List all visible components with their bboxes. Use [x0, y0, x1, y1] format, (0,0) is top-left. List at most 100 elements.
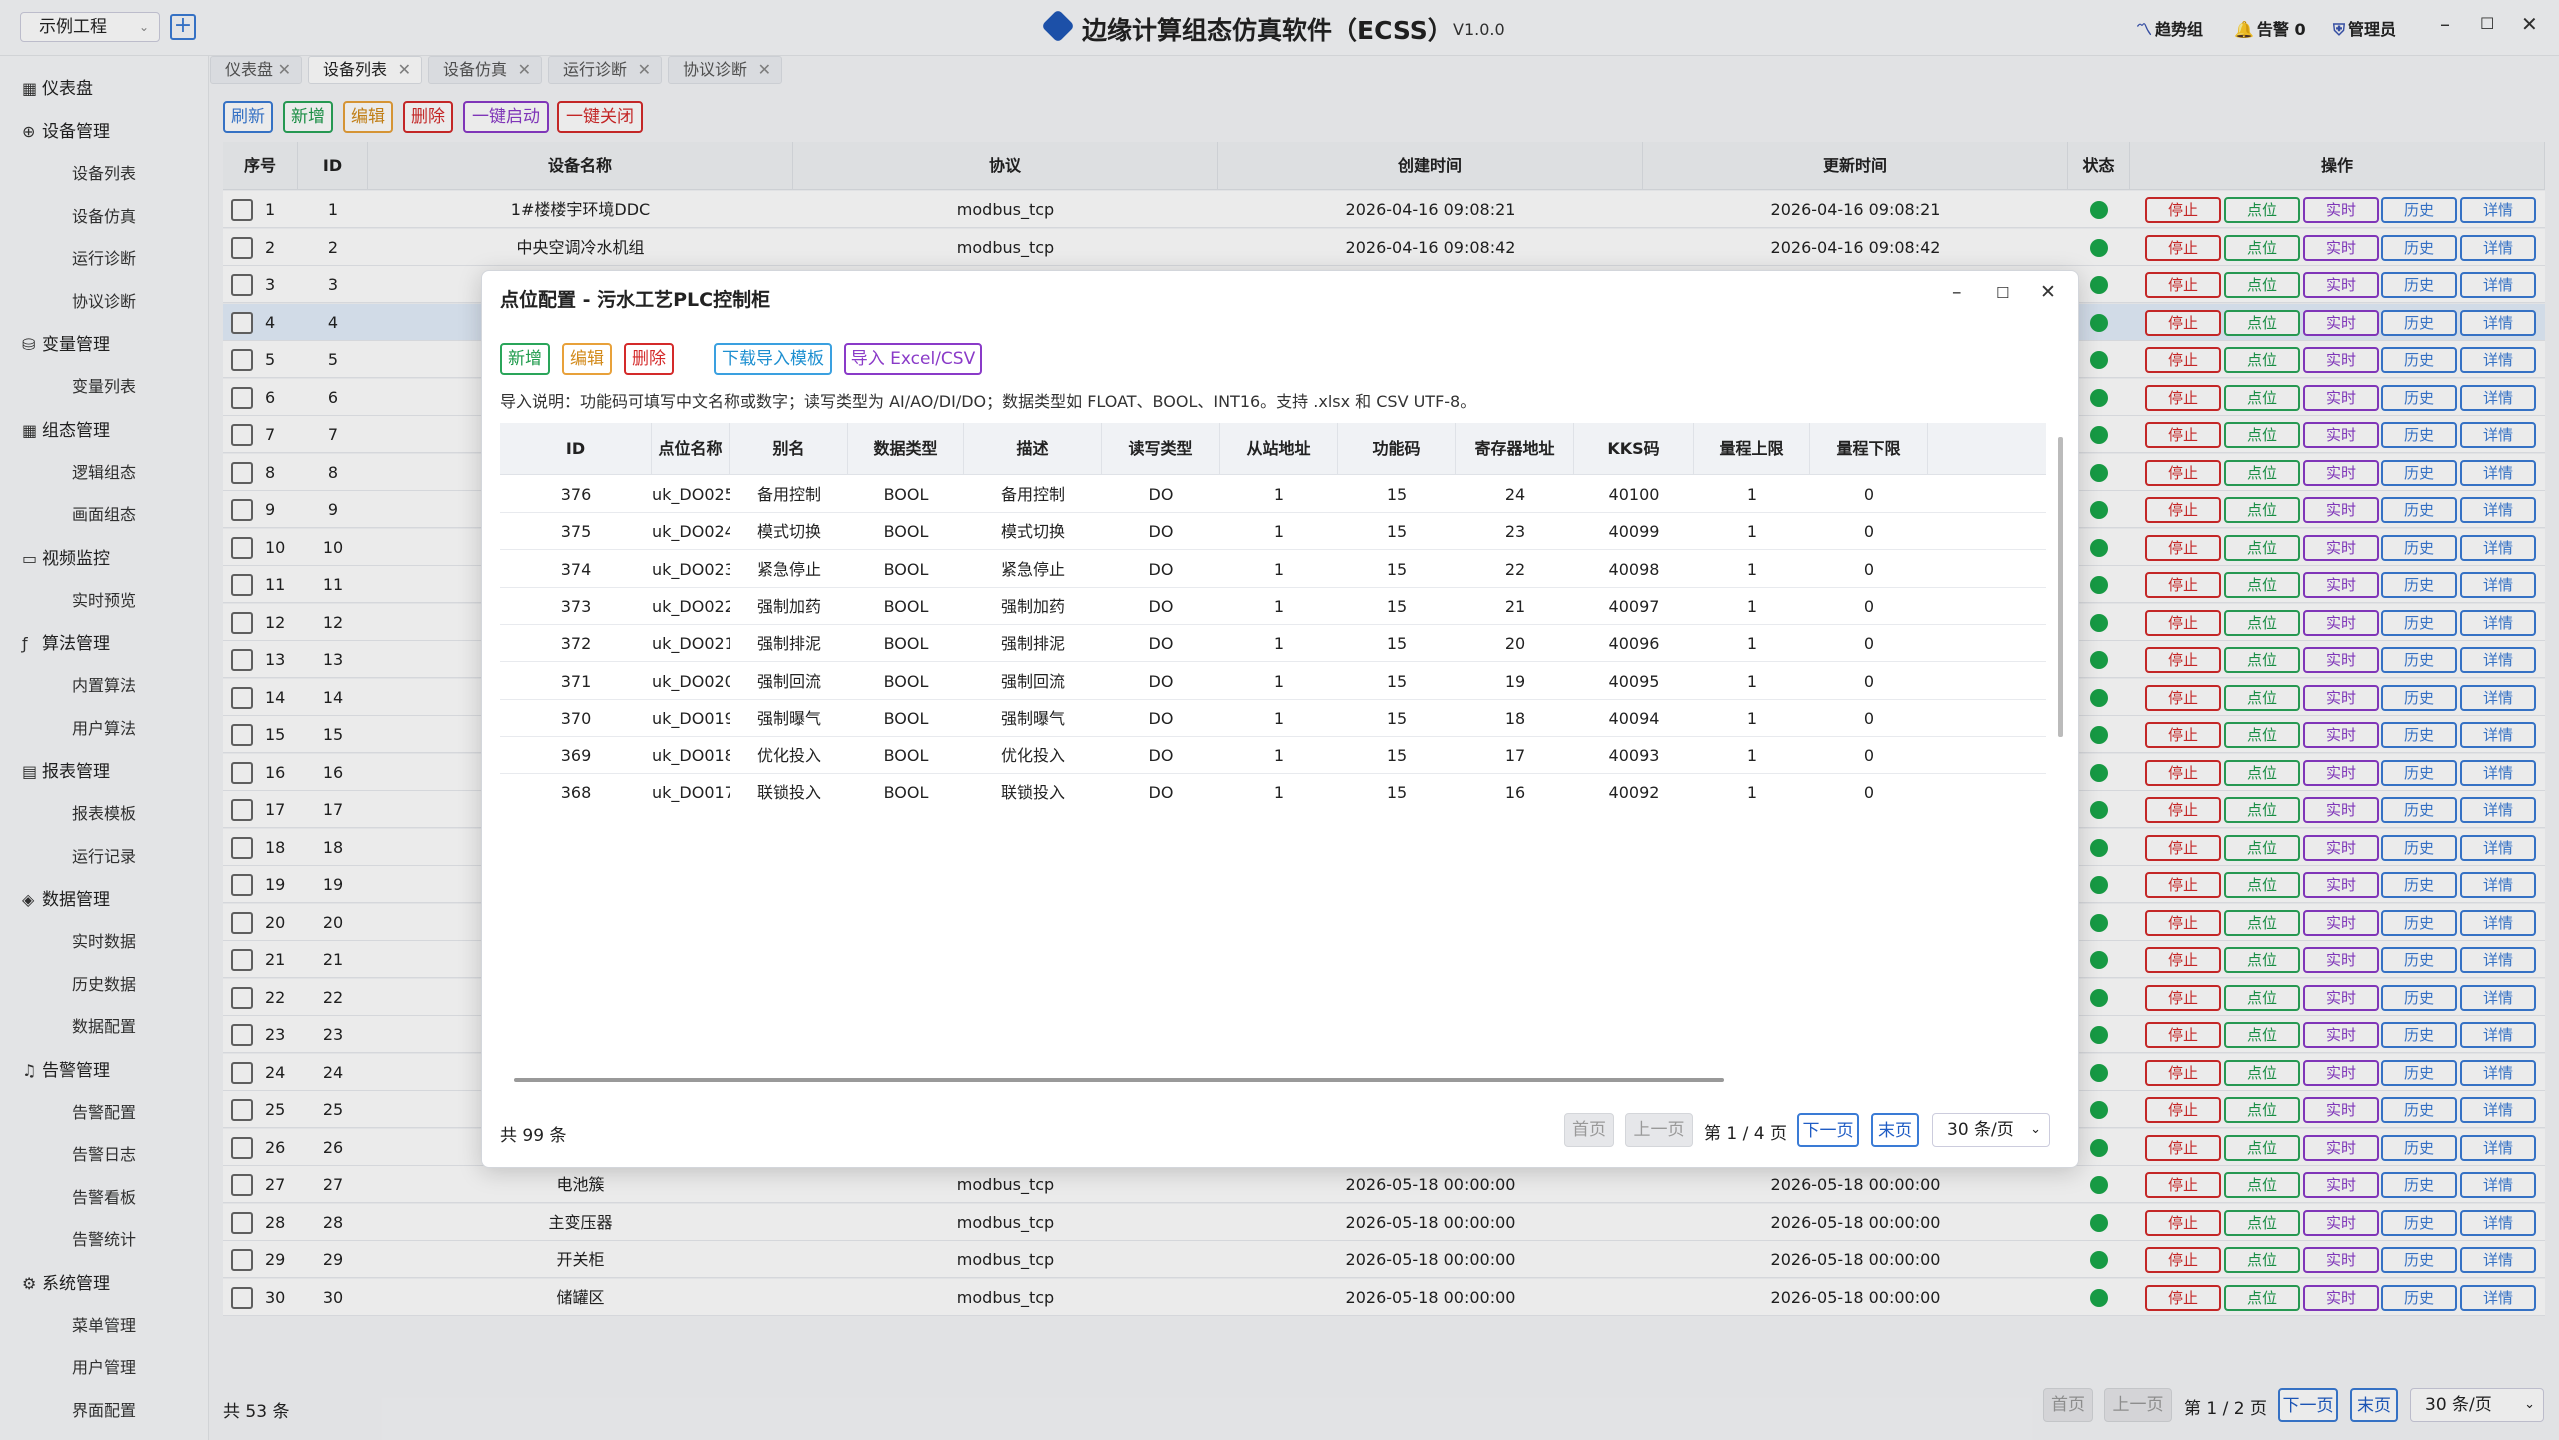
point-range-max: 1 [1746, 634, 1758, 654]
point-row[interactable]: 374 uk_DO023 紧急停止 BOOL 紧急停止 DO 1 15 22 40098 1 0 [500, 550, 2046, 588]
point-range-max: 1 [1746, 746, 1758, 766]
point-row[interactable]: 376 uk_DO025 备用控制 BOOL 备用控制 DO 1 15 24 40100 1 0 [500, 476, 2046, 513]
point-column-header: 从站地址 [1220, 423, 1338, 475]
point-kks-code: 40096 [1608, 634, 1660, 654]
point-id: 369 [560, 746, 592, 766]
point-data-type: BOOL [883, 634, 929, 654]
point-data-type: BOOL [883, 485, 929, 504]
point-alias: 优化投入 [756, 746, 821, 766]
point-next-page-button[interactable]: 下一页 [1797, 1113, 1859, 1147]
point-column-header[interactable]: ID [500, 423, 652, 475]
point-kks-code: 40098 [1608, 559, 1660, 579]
point-row[interactable]: 373 uk_DO022 强制加药 BOOL 强制加药 DO 1 15 21 40097 1 0 [500, 587, 2046, 625]
dialog-delete-button[interactable]: 删除 [624, 343, 674, 375]
dialog-minimize-icon[interactable]: – [1952, 281, 1962, 303]
point-column-header: 点位名称 [652, 423, 730, 475]
point-register-address: 21 [1504, 596, 1526, 616]
point-name: uk_DO020 [652, 671, 730, 691]
dialog-title: 点位配置 - 污水工艺PLC控制柜 [500, 289, 771, 311]
dialog-add-button[interactable]: 新增 [500, 343, 550, 375]
horizontal-scrollbar[interactable] [514, 1078, 1724, 1082]
dialog-close-icon[interactable]: ✕ [2040, 281, 2056, 303]
point-row[interactable]: 372 uk_DO021 强制排泥 BOOL 强制排泥 DO 1 15 20 40096 1 0 [500, 625, 2046, 663]
column-header-spacer [1928, 423, 2046, 475]
point-slave-address: 1 [1273, 634, 1285, 654]
point-kks-code: 40099 [1608, 522, 1660, 542]
point-id: 368 [560, 783, 592, 803]
point-first-page-button[interactable]: 首页 [1564, 1113, 1614, 1147]
point-description: 备用控制 [1000, 485, 1065, 504]
point-name: uk_DO017 [652, 783, 730, 803]
point-page-size-select[interactable]: 30 条/页 ⌄ [1932, 1113, 2050, 1147]
point-alias: 强制排泥 [756, 634, 821, 654]
point-range-max: 1 [1746, 522, 1758, 542]
import-excel-button[interactable]: 导入 Excel/CSV [844, 343, 982, 375]
point-column-header: KKS码 [1574, 423, 1694, 475]
point-function-code: 15 [1386, 634, 1408, 654]
point-function-code: 15 [1386, 708, 1408, 728]
point-kks-code: 40094 [1608, 708, 1660, 728]
download-template-button[interactable]: 下载导入模板 [714, 343, 832, 375]
point-name: uk_DO018 [652, 746, 730, 766]
point-row[interactable]: 371 uk_DO020 强制回流 BOOL 强制回流 DO 1 15 19 40095 1 0 [500, 662, 2046, 700]
point-row[interactable]: 369 uk_DO018 优化投入 BOOL 优化投入 DO 1 15 17 40093 1 0 [500, 737, 2046, 775]
point-alias: 紧急停止 [756, 559, 821, 579]
point-description: 联锁投入 [1000, 783, 1065, 803]
point-slave-address: 1 [1273, 485, 1285, 504]
point-description: 强制回流 [1000, 671, 1065, 691]
point-name: uk_DO022 [652, 596, 730, 616]
dialog-edit-button[interactable]: 编辑 [562, 343, 612, 375]
point-register-address: 22 [1504, 559, 1526, 579]
point-range-max: 1 [1746, 783, 1758, 803]
point-alias: 模式切换 [756, 522, 821, 542]
vertical-scrollbar[interactable] [2058, 437, 2063, 737]
point-register-address: 20 [1504, 634, 1526, 654]
point-id: 375 [560, 522, 592, 542]
point-row[interactable]: 375 uk_DO024 模式切换 BOOL 模式切换 DO 1 15 23 40099 1 0 [500, 513, 2046, 551]
point-table: ID 点位名称 别名 数据类型 描述 读写类型 从站地址 功能码 寄存器地址 KKS码 量程上限 量程… [500, 423, 2046, 808]
point-alias: 联锁投入 [756, 783, 821, 803]
point-kks-code: 40100 [1608, 485, 1660, 504]
point-rw-type: DO [1148, 522, 1174, 542]
point-range-min: 0 [1863, 485, 1875, 504]
point-register-address: 16 [1504, 783, 1526, 803]
point-rw-type: DO [1148, 485, 1174, 504]
point-slave-address: 1 [1273, 708, 1285, 728]
point-config-dialog: 点位配置 - 污水工艺PLC控制柜 – ☐ ✕ 新增 编辑 删除 下载导入模板 … [481, 270, 2079, 1168]
point-range-min: 0 [1863, 559, 1875, 579]
point-range-max: 1 [1746, 485, 1758, 504]
point-kks-code: 40095 [1608, 671, 1660, 691]
point-prev-page-button[interactable]: 上一页 [1625, 1113, 1693, 1147]
point-column-header: 功能码 [1338, 423, 1456, 475]
point-range-min: 0 [1863, 671, 1875, 691]
point-alias: 强制回流 [756, 671, 821, 691]
point-column-header: 量程下限 [1810, 423, 1928, 475]
point-description: 强制曝气 [1000, 708, 1065, 728]
point-column-header: 量程上限 [1694, 423, 1810, 475]
point-name: uk_DO019 [652, 708, 730, 728]
point-function-code: 15 [1386, 559, 1408, 579]
point-kks-code: 40093 [1608, 746, 1660, 766]
point-name: uk_DO024 [652, 522, 730, 542]
point-last-page-button[interactable]: 末页 [1871, 1113, 1919, 1147]
point-slave-address: 1 [1273, 596, 1285, 616]
point-function-code: 15 [1386, 596, 1408, 616]
point-data-type: BOOL [883, 708, 929, 728]
dialog-maximize-icon[interactable]: ☐ [1996, 284, 2009, 302]
point-register-address: 19 [1504, 671, 1526, 691]
point-rw-type: DO [1148, 634, 1174, 654]
point-rw-type: DO [1148, 783, 1174, 803]
point-row[interactable]: 370 uk_DO019 强制曝气 BOOL 强制曝气 DO 1 15 18 40094 1 0 [500, 699, 2046, 737]
point-column-header: 读写类型 [1102, 423, 1220, 475]
point-row[interactable]: 368 uk_DO017 联锁投入 BOOL 联锁投入 DO 1 15 16 40092 1 0 [500, 774, 2046, 808]
point-column-header: 数据类型 [848, 423, 964, 475]
point-id: 374 [560, 559, 592, 579]
point-rw-type: DO [1148, 596, 1174, 616]
chevron-down-icon: ⌄ [2030, 1122, 2041, 1137]
point-kks-code: 40097 [1608, 596, 1660, 616]
point-register-address: 17 [1504, 746, 1526, 766]
point-range-max: 1 [1746, 596, 1758, 616]
point-range-min: 0 [1863, 746, 1875, 766]
point-range-min: 0 [1863, 634, 1875, 654]
point-register-address: 23 [1504, 522, 1526, 542]
